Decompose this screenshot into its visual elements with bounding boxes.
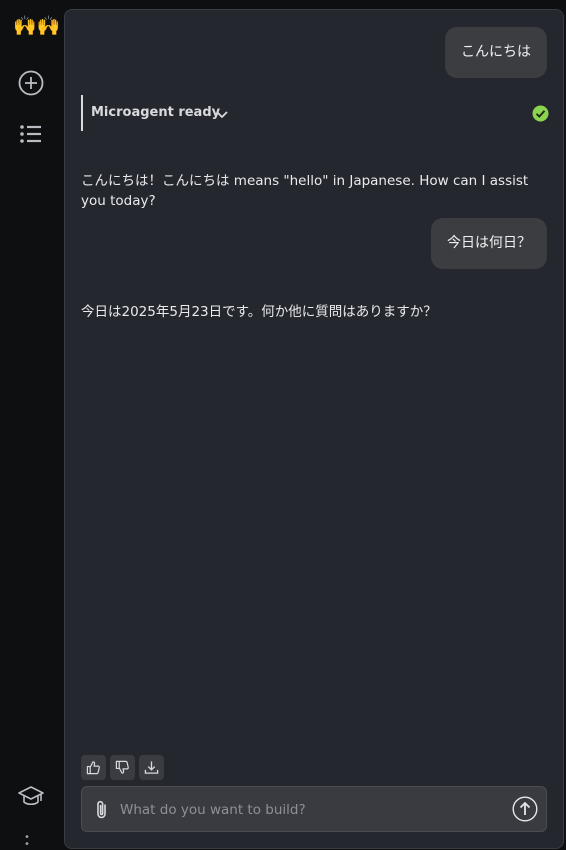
new-chat-button[interactable]: [17, 69, 45, 97]
paperclip-icon[interactable]: [92, 799, 112, 821]
more-icon[interactable]: • •: [24, 833, 38, 850]
thumbs-up-icon: [86, 761, 100, 775]
thumbs-up-button[interactable]: [81, 755, 106, 780]
download-icon: [144, 761, 159, 774]
graduation-cap-icon: [18, 786, 44, 806]
thumbs-down-icon: [115, 760, 129, 774]
microagent-status: Microagent ready: [81, 95, 549, 131]
app-logo[interactable]: 🙌🙌: [13, 14, 60, 38]
send-arrow-icon[interactable]: [512, 796, 538, 822]
status-label[interactable]: Microagent ready: [91, 104, 220, 122]
assistant-message: こんにちは！こんにちは means "hello" in Japanese. H…: [81, 173, 529, 209]
chevron-down-icon[interactable]: [215, 107, 229, 121]
download-button[interactable]: [139, 755, 164, 780]
plus-circle-icon: [18, 70, 44, 96]
message-composer: [81, 786, 547, 832]
status-divider: [81, 95, 83, 131]
conversations-list-button[interactable]: [17, 120, 45, 148]
user-message: 今日は何日？: [431, 218, 547, 269]
assistant-message: 今日は2025年5月23日です。何か他に質問はありますか？: [81, 304, 437, 320]
list-icon: [20, 125, 41, 143]
user-message: こんにちは: [445, 27, 547, 78]
chat-panel: こんにちは Microagent ready こんにちは！こんにちは means…: [64, 9, 564, 849]
thumbs-down-button[interactable]: [110, 755, 135, 780]
chat-input[interactable]: [118, 797, 502, 823]
check-circle-icon: [532, 105, 549, 122]
docs-button[interactable]: [17, 782, 45, 810]
sidebar: 🙌🙌 • •: [0, 0, 64, 850]
